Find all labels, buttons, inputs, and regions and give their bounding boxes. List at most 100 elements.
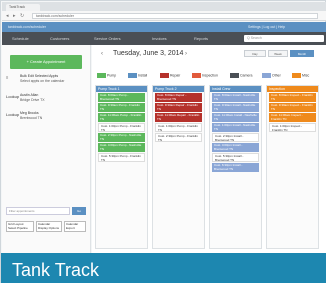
view-day-button[interactable]: Day <box>244 50 266 57</box>
legend-item: Camera <box>230 73 252 80</box>
appointment-block[interactable]: Cust. 11:00am Install - Nashville TN <box>212 113 259 122</box>
nav-item-invoices[interactable]: Invoices <box>152 36 167 41</box>
column-events: Cust. 8:00am Repair - Brentwood TN Cust. … <box>153 93 204 142</box>
site-header-strip: tanktrack.com/scheduler Settings | Log o… <box>2 22 326 32</box>
legend-swatch <box>292 73 301 78</box>
page-title: Tuesday, June 3, 2014 <box>113 50 184 57</box>
appointment-block[interactable]: Cust. 8:00am Inspect - Franklin TN <box>269 93 316 102</box>
column-header: Pump Truck 2 <box>153 86 204 92</box>
column-events: Cust. 8:00am Inspect - Franklin TN Cust. … <box>267 93 318 132</box>
legend-label: Other <box>272 73 281 78</box>
site-header-links[interactable]: Settings | Log out | Help <box>248 25 285 29</box>
reload-icon[interactable]: ↻ <box>20 13 24 19</box>
calendar-column: Pump Truck 1 Cust. 8:00am Pump - Brentwo… <box>95 85 148 249</box>
caption-banner: Tank Track <box>1 253 326 283</box>
legend-swatch <box>192 73 201 78</box>
appointment-block[interactable]: Cust. 9:30am Install - Nashville TN <box>212 103 259 112</box>
appointment-block[interactable]: Cust. 2:30pm Install - Brentwood TN <box>212 133 259 142</box>
sidebar-row-title: Bulk Edit Selected Appts <box>20 74 59 78</box>
appointment-block[interactable]: Cust. 2:30pm Pump - Nashville TN <box>98 133 145 142</box>
calendar-column: Pump Truck 2 Cust. 8:00am Repair - Brent… <box>152 85 205 249</box>
legend-swatch <box>262 73 271 78</box>
appointment-block[interactable]: Cust. 9:30am Inspect - Franklin TN <box>269 103 316 112</box>
appointment-block[interactable]: Cust. 9:30am Pump - Franklin TN <box>98 103 145 112</box>
appointment-block[interactable]: Cust. 5:30pm Install - Brentwood TN <box>212 153 259 162</box>
nav-item-schedule[interactable]: Schedule <box>12 36 29 41</box>
column-header: Inspection <box>267 86 318 92</box>
sidebar-row-bulk-edit[interactable]: ≡ Bulk Edit Selected Appts Select appts … <box>6 73 88 87</box>
appointment-block[interactable]: Cust. 2:30pm Pump - Franklin TN <box>155 133 202 142</box>
appointment-block[interactable]: Cust. 1:00pm Pump - Franklin TN <box>98 123 145 132</box>
calendar-column: Install Crew Cust. 8:00am Install - Nash… <box>209 85 262 249</box>
app-navigation: Schedule Customers Service Orders Invoic… <box>2 32 326 45</box>
legend-label: Misc <box>302 73 310 78</box>
sidebar-row-title: Austin Allan <box>20 93 39 97</box>
appointment-block[interactable]: Cust. 5:30pm Pump - Franklin TN <box>98 153 145 162</box>
sidebar-row-customer[interactable]: Lookup Meg Brooks Brentwood TN <box>6 110 88 124</box>
appointment-block[interactable]: Cust. 8:00am Install - Nashville TN <box>212 93 259 102</box>
legend-item: Install <box>128 73 147 80</box>
legend-swatch <box>97 73 106 78</box>
browser-address-bar: ◂ ▸ ↻ tanktrack.com/scheduler <box>2 11 326 21</box>
legend-label: Inspection <box>202 73 218 78</box>
view-week-button[interactable]: Week <box>268 50 288 57</box>
appointment-block[interactable]: Cust. 1:00pm Pump - Franklin TN <box>155 123 202 132</box>
legend-item: Misc <box>292 73 309 80</box>
nav-item-reports[interactable]: Reports <box>194 36 208 41</box>
filter-go-button[interactable]: Go <box>72 207 86 215</box>
view-month-button[interactable]: Month <box>290 50 314 57</box>
chevron-left-icon[interactable]: ‹ <box>101 51 103 57</box>
site-header-left-text: tanktrack.com/scheduler <box>8 25 46 29</box>
appointment-block[interactable]: Cust. 11:00am Repair - Franklin TN <box>155 113 202 122</box>
legend-item: Pump <box>97 73 116 80</box>
appointment-block[interactable]: Cust. 4:00pm Pump - Nashville TN <box>98 143 145 152</box>
sidebar-row-customer[interactable]: Lookup Austin Allan Bridge Drive TX <box>6 92 88 106</box>
calendar-column: Inspection Cust. 8:00am Inspect - Frankl… <box>266 85 319 249</box>
column-events: Cust. 8:00am Pump - Brentwood TN Cust. 9:… <box>96 93 147 162</box>
legend-swatch <box>160 73 169 78</box>
appointment-block[interactable]: Cust. 4:00pm Install - Brentwood TN <box>212 143 259 152</box>
browser-tab[interactable]: TankTrack <box>6 4 40 11</box>
forward-arrow-icon[interactable]: ▸ <box>13 13 16 19</box>
caption-title: Tank Track <box>12 260 100 280</box>
legend-label: Repair <box>170 73 181 78</box>
legend-item: Inspection <box>192 73 218 80</box>
appointment-block[interactable]: Cust. 11:00am Inspect - Franklin TN <box>269 113 316 122</box>
sidebar-row-subtitle: Brentwood TN <box>20 116 43 120</box>
chip-export[interactable]: Calendar Export <box>64 221 86 232</box>
appointment-block[interactable]: Cust. 1:00pm Inspect - Franklin TN <box>269 123 316 132</box>
appointment-block[interactable]: Cust. 1:00pm Install - Nashville TN <box>212 123 259 132</box>
lookup-label: Lookup <box>6 112 20 117</box>
appointment-block[interactable]: Cust. 8:00am Pump - Brentwood TN <box>98 93 145 102</box>
legend-swatch <box>128 73 137 78</box>
appointment-block[interactable]: Cust. 8:00am Repair - Brentwood TN <box>155 93 202 102</box>
appointment-block[interactable]: Cust. 11:00am Pump - Franklin TN <box>98 113 145 122</box>
chip-grid-layout[interactable]: Grid Layout Select Pipeline <box>6 221 34 232</box>
legend-swatch <box>230 73 239 78</box>
nav-item-service-orders[interactable]: Service Orders <box>94 36 121 41</box>
column-events: Cust. 8:00am Install - Nashville TN Cust.… <box>210 93 261 172</box>
legend-item: Other <box>262 73 281 80</box>
legend-label: Install <box>138 73 148 78</box>
nav-item-customers[interactable]: Customers <box>50 36 69 41</box>
lookup-label: Lookup <box>6 94 20 99</box>
back-arrow-icon[interactable]: ◂ <box>6 13 9 19</box>
legend-label: Camera <box>240 73 253 78</box>
chevron-right-icon[interactable]: › <box>185 51 187 57</box>
calendar-main: ‹ Tuesday, June 3, 2014 › Day Week Month… <box>92 45 326 253</box>
sidebar-row-subtitle: Select appts on the calendar <box>20 79 65 83</box>
column-header: Install Crew <box>210 86 261 92</box>
screenshot-frame: TankTrack ◂ ▸ ↻ tanktrack.com/scheduler … <box>0 0 326 283</box>
url-field[interactable]: tanktrack.com/scheduler <box>32 13 318 19</box>
browser-tab-bar: TankTrack <box>2 2 326 11</box>
legend-item: Repair <box>160 73 180 80</box>
appointment-block[interactable]: Cust. 9:30am Repair - Franklin TN <box>155 103 202 112</box>
appointment-block[interactable]: Cust. 6:30pm Install - Brentwood TN <box>212 163 259 172</box>
filter-input[interactable]: Filter appointments <box>6 207 70 215</box>
legend-label: Pump <box>107 73 117 78</box>
chip-display-options[interactable]: Calendar Display Options <box>36 221 62 232</box>
search-input[interactable]: Q Search <box>244 35 324 42</box>
create-appointment-button[interactable]: + Create Appointment <box>10 55 82 69</box>
sidebar-row-title: Meg Brooks <box>20 111 39 115</box>
sidebar-row-subtitle: Bridge Drive TX <box>20 98 45 102</box>
